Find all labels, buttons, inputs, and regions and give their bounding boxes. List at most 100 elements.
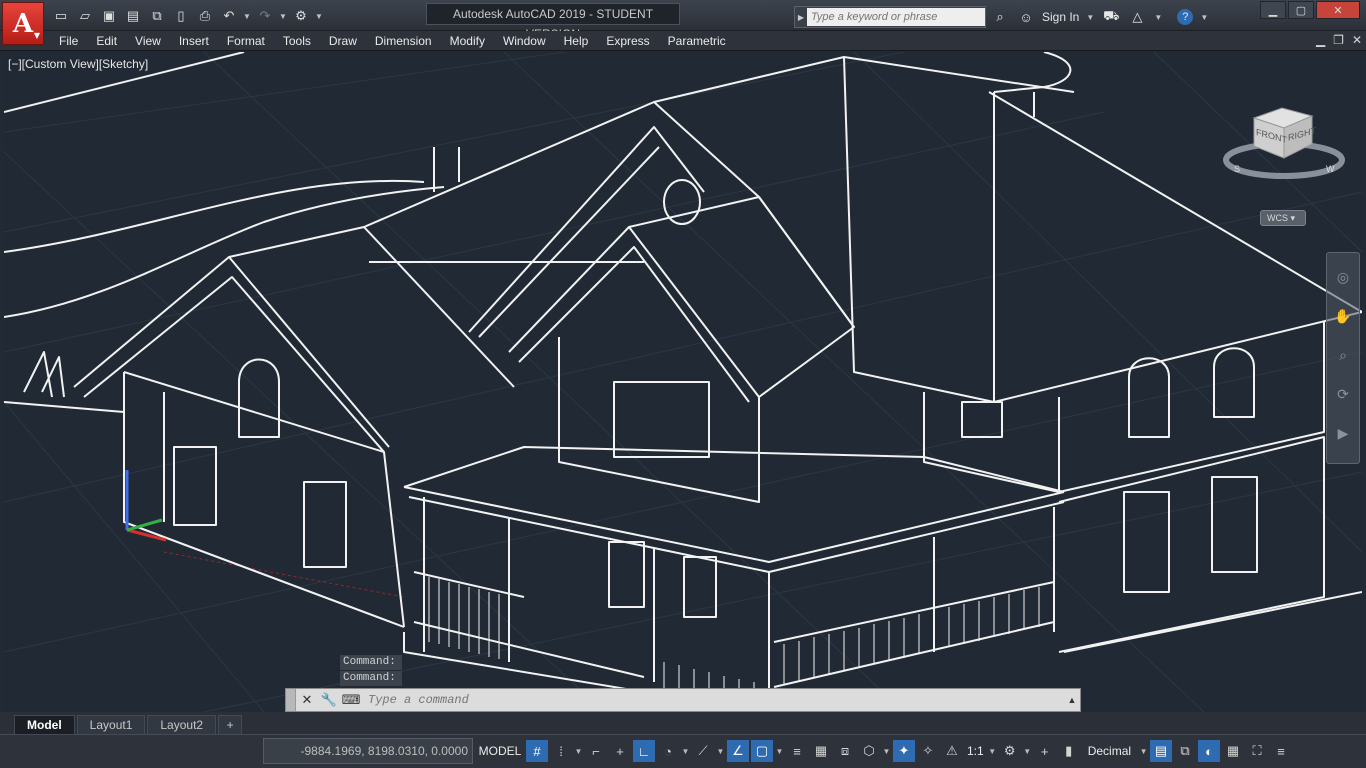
auto-scale-icon[interactable]: ✧ [917,740,939,762]
isolate-objects-icon[interactable]: ◐ [1198,740,1221,762]
zoom-icon[interactable]: ⌕ [1339,347,1347,364]
coordinates-display[interactable]: -9884.1969, 8198.0310, 0.0000 [263,738,473,764]
annotation-scale-value[interactable]: 1:1 [965,744,986,758]
menu-tools[interactable]: Tools [274,31,320,51]
menu-file[interactable]: File [50,31,87,51]
viewcube-west-label[interactable]: W [1326,164,1335,174]
a360-icon[interactable]: △ [1127,7,1147,27]
units-dropdown-icon[interactable]: ▼ [1139,747,1148,756]
hardware-acceleration-icon[interactable]: ▦ [1222,740,1244,762]
snap-mode-icon[interactable]: ⁞ [550,740,572,762]
menu-express[interactable]: Express [597,31,658,51]
showmotion-icon[interactable]: ▶ [1338,425,1349,442]
search-expand-icon[interactable]: ▶ [795,13,807,22]
maximize-button[interactable]: ▢ [1288,1,1314,19]
save-as-icon[interactable]: ▤ [122,6,144,26]
object-snap-icon[interactable]: ▢ [751,740,773,762]
workspace-switch-icon[interactable]: ⚙ [999,740,1021,762]
menu-edit[interactable]: Edit [87,31,126,51]
3d-osnap-dropdown-icon[interactable]: ▼ [882,747,891,756]
application-menu-button[interactable]: A ▼ [2,2,44,45]
menu-modify[interactable]: Modify [441,31,494,51]
undo-icon[interactable]: ↶ [218,6,240,26]
command-line-grip[interactable] [286,689,296,711]
units-value[interactable]: Decimal [1082,744,1137,758]
user-icon[interactable]: ☺ [1016,7,1036,27]
viewcube[interactable]: FRONT RIGHT S W [1222,100,1346,190]
menu-dimension[interactable]: Dimension [366,31,441,51]
object-snap-dropdown-icon[interactable]: ▼ [775,747,784,756]
isodraft-icon[interactable]: ⟋ [692,740,714,762]
drawing-viewport[interactable]: [−][Custom View][Sketchy] FRONT RIGHT S … [4,52,1362,712]
clean-screen-icon[interactable]: ⛶ [1246,740,1268,762]
tab-layout2[interactable]: Layout2 [147,715,217,734]
transparency-icon[interactable]: ▦ [810,740,832,762]
save-web-icon[interactable]: ▯ [170,6,192,26]
annotation-scale-icon[interactable]: ⚠ [941,740,963,762]
help-icon[interactable]: ? [1177,9,1194,25]
annotation-monitor-icon[interactable]: + [1034,740,1056,762]
recent-commands-icon[interactable]: ⌨ [340,692,362,708]
workspace-icon[interactable]: ⚙ [290,6,312,26]
binoculars-icon[interactable]: ⌕ [990,7,1010,27]
polar-dropdown-icon[interactable]: ▼ [681,747,690,756]
cart-icon[interactable]: ⛟ [1101,7,1121,27]
lineweight-icon[interactable]: ≡ [786,740,808,762]
selection-cycling-icon[interactable]: ⧈ [834,740,856,762]
orbit-icon[interactable]: ⟳ [1337,386,1349,403]
close-command-line-icon[interactable]: ✕ [296,692,318,708]
lock-ui-icon[interactable]: ⧉ [1174,740,1196,762]
customization-icon[interactable]: ≡ [1270,740,1292,762]
save-icon[interactable]: ▣ [98,6,120,26]
snap-dropdown-icon[interactable]: ▼ [574,747,583,756]
plot-icon[interactable]: ⎙ [194,6,216,26]
ortho-icon[interactable]: ∟ [633,740,655,762]
menu-draw[interactable]: Draw [320,31,366,51]
3d-object-snap-icon[interactable]: ⬡ [858,740,880,762]
scale-dropdown-icon[interactable]: ▼ [988,747,997,756]
polar-tracking-icon[interactable]: ◔ [657,740,679,762]
command-input[interactable] [362,690,1064,710]
annotation-visibility-icon[interactable]: ✦ [893,740,915,762]
steering-wheel-icon[interactable]: ◎ [1337,269,1349,286]
menu-insert[interactable]: Insert [170,31,218,51]
command-history-toggle-icon[interactable]: ▲ [1064,695,1080,705]
model-space-button[interactable]: MODEL [476,738,524,764]
menu-view[interactable]: View [126,31,170,51]
redo-icon[interactable]: ↷ [254,6,276,26]
doc-restore-icon[interactable]: ❐ [1333,33,1344,47]
workspace-dropdown-icon[interactable]: ▼ [1023,747,1032,756]
viewport-controls-label[interactable]: [−][Custom View][Sketchy] [8,57,148,71]
viewcube-south-label[interactable]: S [1234,164,1240,174]
quick-properties-icon[interactable]: ▤ [1150,740,1173,762]
dynamic-input-icon[interactable]: + [609,740,631,762]
units-icon[interactable]: ▮ [1058,740,1080,762]
new-file-icon[interactable]: ▭ [50,6,72,26]
infer-constraints-icon[interactable]: ⌐ [585,740,607,762]
sign-in-dropdown-icon[interactable]: ▼ [1085,13,1095,22]
minimize-button[interactable]: ▁ [1260,1,1286,19]
open-file-icon[interactable]: ▱ [74,6,96,26]
doc-minimize-icon[interactable]: ▁ [1316,33,1325,47]
menu-format[interactable]: Format [218,31,274,51]
open-web-icon[interactable]: ⧉ [146,6,168,26]
help-dropdown-icon[interactable]: ▼ [1199,13,1209,22]
customize-qat-icon[interactable]: ▼ [314,12,324,21]
add-layout-button[interactable]: + [218,715,243,734]
wcs-menu[interactable]: WCS ▾ [1260,210,1306,226]
tab-layout1[interactable]: Layout1 [76,715,146,734]
sign-in-button[interactable]: Sign In [1042,10,1079,24]
menu-help[interactable]: Help [555,31,598,51]
menu-parametric[interactable]: Parametric [659,31,735,51]
redo-dropdown-icon[interactable]: ▼ [278,12,288,21]
object-snap-tracking-icon[interactable]: ∠ [727,740,749,762]
tab-model[interactable]: Model [14,715,75,734]
isodraft-dropdown-icon[interactable]: ▼ [716,747,725,756]
a360-dropdown-icon[interactable]: ▼ [1153,13,1163,22]
undo-dropdown-icon[interactable]: ▼ [242,12,252,21]
close-button[interactable]: ✕ [1316,1,1360,19]
grid-icon[interactable]: # [526,740,548,762]
search-input[interactable] [807,8,985,26]
doc-close-icon[interactable]: ✕ [1352,33,1362,47]
menu-window[interactable]: Window [494,31,555,51]
